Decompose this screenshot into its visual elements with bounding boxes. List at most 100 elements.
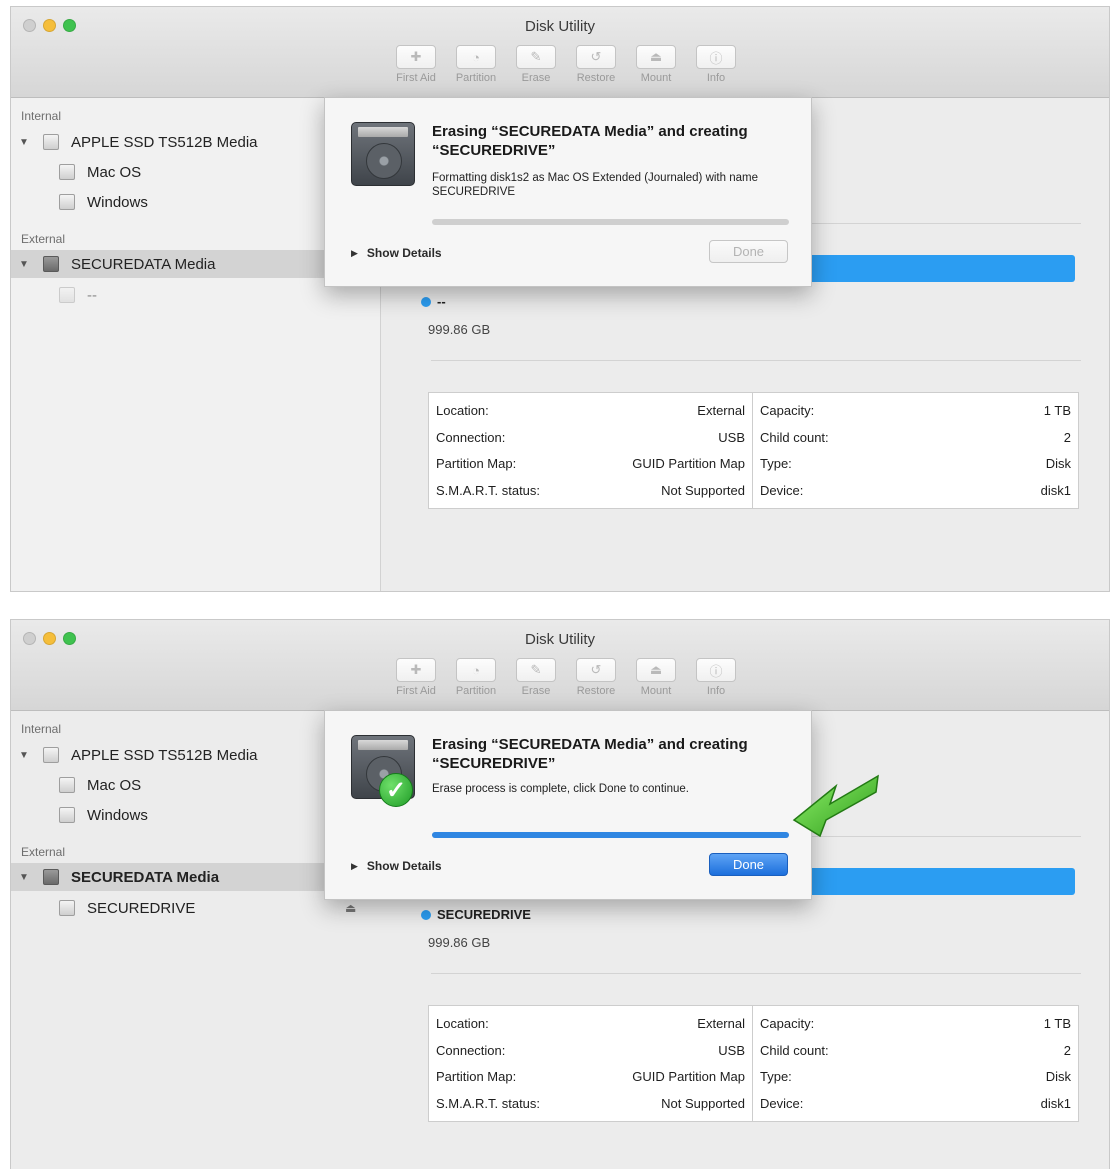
volume-icon — [59, 164, 75, 180]
sidebar-item-label: APPLE SSD TS512B Media — [71, 746, 258, 764]
toolbar-partition[interactable]: ◔ Partition — [449, 45, 503, 84]
volume-color-dot — [421, 297, 431, 307]
toolbar-label: Info — [706, 72, 726, 84]
toolbar-label: First Aid — [396, 685, 436, 697]
show-details-label: Show Details — [366, 859, 442, 873]
toolbar-info[interactable]: ⓘ Info — [689, 45, 743, 84]
internal-disk-icon — [43, 747, 59, 763]
info-row-partition-map: Partition Map: GUID Partition Map — [436, 1069, 745, 1085]
info-row-location: Location: External — [436, 1015, 745, 1031]
info-row-device: Device: disk1 — [760, 483, 1071, 499]
volume-icon — [59, 900, 75, 916]
sidebar-item-label: -- — [87, 286, 97, 304]
show-details-toggle[interactable]: ▶ Show Details — [351, 246, 442, 260]
toolbar-label: First Aid — [396, 72, 436, 84]
info-row-smart-status: S.M.A.R.T. status: Not Supported — [436, 483, 745, 499]
toolbar-info[interactable]: ⓘ Info — [689, 658, 743, 697]
erase-complete-sheet: ✓ Erasing “SECUREDATA Media” and creatin… — [324, 710, 812, 900]
info-row-child-count: Child count: 2 — [760, 429, 1071, 445]
info-row-smart-status: S.M.A.R.T. status: Not Supported — [436, 1096, 745, 1112]
done-button[interactable]: Done — [709, 853, 788, 876]
toolbar-label: Restore — [576, 72, 616, 84]
done-button[interactable]: Done — [709, 240, 788, 263]
stethoscope-icon[interactable]: ✚ — [396, 45, 436, 69]
external-disk-icon — [43, 869, 59, 885]
section-internal: Internal — [21, 109, 62, 123]
checkmark-icon: ✓ — [379, 773, 413, 807]
erase-progress-bar — [432, 832, 789, 838]
restore-icon[interactable]: ↺ — [576, 658, 616, 682]
title-bar: Disk Utility ✚ First Aid ◔ Partition ✎ E… — [11, 7, 1109, 98]
erase-icon[interactable]: ✎ — [516, 45, 556, 69]
volume-size: 999.86 GB — [428, 322, 491, 337]
disclosure-triangle-icon[interactable]: ▼ — [19, 259, 29, 270]
disclosure-triangle-icon[interactable]: ▼ — [19, 750, 29, 761]
toolbar-label: Mount — [640, 72, 672, 84]
volume-name: -- — [437, 294, 446, 309]
disclosure-triangle-icon[interactable]: ▶ — [351, 861, 358, 872]
toolbar-erase[interactable]: ✎ Erase — [509, 45, 563, 84]
show-details-toggle[interactable]: ▶ Show Details — [351, 859, 442, 873]
toolbar-label: Erase — [521, 685, 551, 697]
volume-icon — [59, 777, 75, 793]
dialog-title: Erasing “SECUREDATA Media” and creating … — [432, 736, 748, 772]
pointer-arrow-icon — [792, 774, 879, 838]
sidebar-item-label: SECUREDATA Media — [71, 255, 216, 273]
stethoscope-icon[interactable]: ✚ — [396, 658, 436, 682]
toolbar-label: Partition — [455, 685, 497, 697]
section-external: External — [21, 232, 66, 246]
volume-color-dot — [421, 910, 431, 920]
external-disk-icon — [43, 256, 59, 272]
toolbar-mount[interactable]: ⏏ Mount — [629, 45, 683, 84]
toolbar-first-aid[interactable]: ✚ First Aid — [389, 45, 443, 84]
erase-progress-sheet: Erasing “SECUREDATA Media” and creating … — [324, 97, 812, 287]
volume-icon — [59, 287, 75, 303]
window-title: Disk Utility — [525, 18, 595, 35]
eject-icon[interactable]: ⏏ — [345, 901, 356, 915]
info-row-partition-map: Partition Map: GUID Partition Map — [436, 456, 745, 472]
disclosure-triangle-icon[interactable]: ▼ — [19, 137, 29, 148]
internal-disk-icon — [43, 134, 59, 150]
disclosure-triangle-icon[interactable]: ▼ — [19, 872, 29, 883]
volume-size: 999.86 GB — [428, 935, 491, 950]
sidebar-item-label: Windows — [87, 806, 148, 824]
info-row-connection: Connection: USB — [436, 429, 745, 445]
toolbar-mount[interactable]: ⏏ Mount — [629, 658, 683, 697]
disk-utility-window-erasing: Disk Utility ✚ First Aid ◔ Partition ✎ E… — [10, 6, 1110, 592]
info-row-capacity: Capacity: 1 TB — [760, 402, 1071, 418]
pie-chart-icon[interactable]: ◔ — [456, 45, 496, 69]
disk-info-table: Location: External Connection: USB Partiti… — [428, 392, 1079, 509]
toolbar: ✚ First Aid ◔ Partition ✎ Erase ↺ Restor… — [389, 658, 743, 697]
erase-icon[interactable]: ✎ — [516, 658, 556, 682]
sidebar-item-label: SECUREDRIVE — [87, 899, 196, 917]
disclosure-triangle-icon[interactable]: ▶ — [351, 248, 358, 259]
divider — [431, 973, 1081, 974]
pie-chart-icon[interactable]: ◔ — [456, 658, 496, 682]
info-row-type: Type: Disk — [760, 456, 1071, 472]
mount-icon[interactable]: ⏏ — [636, 45, 676, 69]
info-row-connection: Connection: USB — [436, 1042, 745, 1058]
toolbar-restore[interactable]: ↺ Restore — [569, 45, 623, 84]
show-details-label: Show Details — [366, 246, 442, 260]
info-icon[interactable]: ⓘ — [696, 45, 736, 69]
disk-utility-window-complete: Disk Utility ✚ First Aid ◔ Partition ✎ E… — [10, 619, 1110, 1169]
hard-drive-icon — [351, 122, 415, 186]
info-row-device: Device: disk1 — [760, 1096, 1071, 1112]
info-row-type: Type: Disk — [760, 1069, 1071, 1085]
divider — [431, 360, 1081, 361]
volume-icon — [59, 807, 75, 823]
toolbar-first-aid[interactable]: ✚ First Aid — [389, 658, 443, 697]
mount-icon[interactable]: ⏏ — [636, 658, 676, 682]
disk-info-table: Location: External Connection: USB Partiti… — [428, 1005, 1079, 1122]
restore-icon[interactable]: ↺ — [576, 45, 616, 69]
info-row-location: Location: External — [436, 402, 745, 418]
toolbar-label: Partition — [455, 72, 497, 84]
info-row-capacity: Capacity: 1 TB — [760, 1015, 1071, 1031]
toolbar-erase[interactable]: ✎ Erase — [509, 658, 563, 697]
toolbar-restore[interactable]: ↺ Restore — [569, 658, 623, 697]
volume-icon — [59, 194, 75, 210]
toolbar-partition[interactable]: ◔ Partition — [449, 658, 503, 697]
erase-progress-bar — [432, 219, 789, 225]
title-bar: Disk Utility ✚ First Aid ◔ Partition ✎ E… — [11, 620, 1109, 711]
info-icon[interactable]: ⓘ — [696, 658, 736, 682]
